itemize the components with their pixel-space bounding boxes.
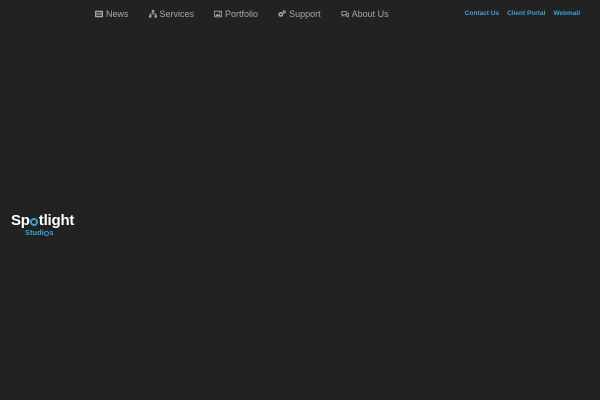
nav-item-services[interactable]: Services	[148, 8, 195, 19]
nav-item-portfolio[interactable]: Portfolio	[214, 9, 258, 19]
webmail-link[interactable]: Webmail	[553, 10, 580, 17]
nav-item-news[interactable]: News	[95, 9, 129, 19]
logo-wordmark: Sp tlight	[11, 212, 75, 229]
newspaper-icon	[95, 10, 103, 17]
top-bar: News Services Portfolio Support About Us…	[0, 0, 600, 27]
comments-icon	[340, 10, 349, 18]
client-portal-link[interactable]: Client Portal	[507, 10, 545, 17]
utility-nav: Contact Us Client Portal Webmail	[457, 0, 580, 27]
main-nav: News Services Portfolio Support About Us	[95, 0, 409, 27]
nav-item-label: Services	[159, 8, 195, 19]
nav-item-about-us[interactable]: About Us	[340, 8, 389, 19]
spotlight-ring-icon	[30, 218, 39, 226]
spotlight-studios-logo[interactable]: Sp tlight Studi s	[11, 212, 87, 238]
nav-item-label: News	[106, 8, 129, 19]
logo-subtitle: Studi s	[25, 228, 54, 237]
gears-icon	[278, 9, 286, 17]
nav-item-label: Portfolio	[225, 8, 259, 19]
nav-item-label: About Us	[351, 8, 389, 19]
nav-item-support[interactable]: Support	[278, 9, 321, 19]
contact-us-link[interactable]: Contact Us	[465, 10, 499, 17]
nav-item-label: Support	[289, 8, 321, 19]
image-icon	[214, 10, 223, 17]
sitemap-icon	[148, 9, 157, 18]
